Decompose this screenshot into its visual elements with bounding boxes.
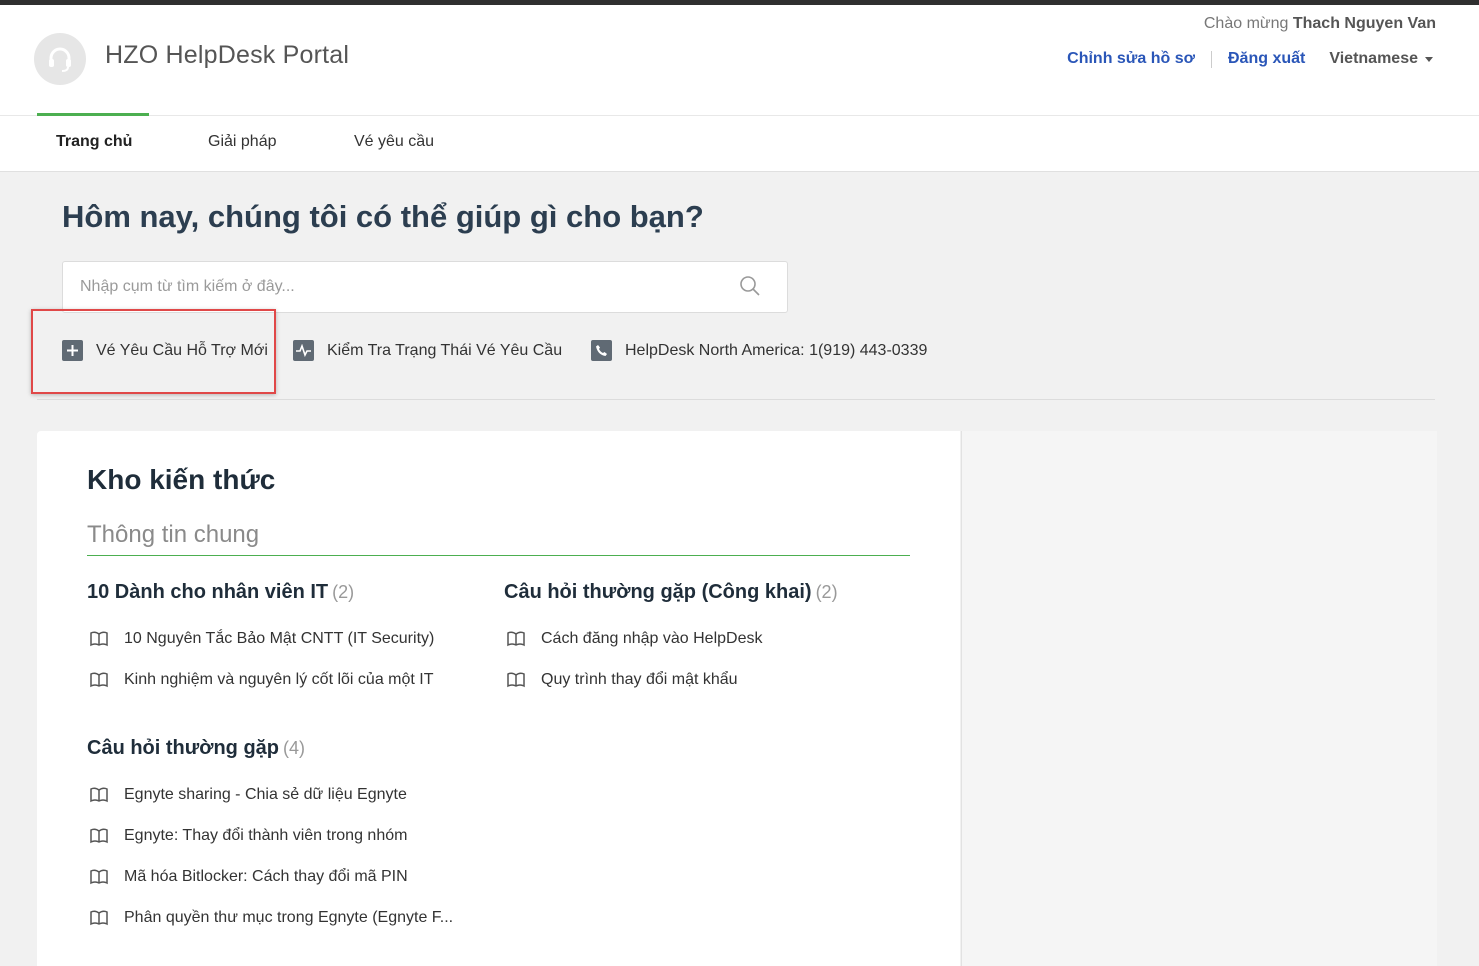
article-link[interactable]: Quy trình thay đổi mật khẩu bbox=[541, 671, 738, 689]
book-open-icon bbox=[507, 671, 525, 687]
list-item[interactable]: Cách đăng nhập vào HelpDesk bbox=[504, 618, 838, 659]
article-link[interactable]: 10 Nguyên Tắc Bảo Mật CNTT (IT Security) bbox=[124, 630, 434, 648]
category-count: (2) bbox=[815, 582, 838, 602]
welcome-user: Thach Nguyen Van bbox=[1292, 15, 1436, 32]
article-link[interactable]: Egnyte: Thay đổi thành viên trong nhóm bbox=[124, 827, 407, 845]
book-open-icon bbox=[90, 868, 108, 884]
category-count: (4) bbox=[283, 738, 306, 758]
new-ticket-label: Vé Yêu Cầu Hỗ Trợ Mới bbox=[96, 341, 268, 359]
knowledge-base-card: Kho kiến thức Thông tin chung 10 Dành ch… bbox=[37, 431, 960, 966]
welcome-text: Chào mừng Thach Nguyen Van bbox=[1204, 15, 1436, 33]
new-ticket-link[interactable]: Vé Yêu Cầu Hỗ Trợ Mới bbox=[62, 340, 268, 361]
category-title[interactable]: 10 Dành cho nhân viên IT (2) bbox=[87, 581, 434, 604]
kb-section-underline bbox=[87, 555, 910, 556]
category-title-text[interactable]: Câu hỏi thường gặp bbox=[87, 737, 279, 759]
phone-square-icon bbox=[591, 340, 612, 361]
sidebar-panel bbox=[961, 431, 1437, 966]
tab-home[interactable]: Trang chủ bbox=[56, 133, 132, 151]
link-separator bbox=[1211, 50, 1212, 68]
tab-solutions[interactable]: Giải pháp bbox=[208, 133, 277, 151]
list-item[interactable]: Egnyte: Thay đổi thành viên trong nhóm bbox=[87, 815, 453, 856]
check-status-link[interactable]: Kiểm Tra Trạng Thái Vé Yêu Cầu bbox=[293, 340, 562, 361]
active-tab-indicator bbox=[37, 113, 149, 116]
language-dropdown[interactable]: Vietnamese bbox=[1329, 50, 1433, 68]
tab-tickets[interactable]: Vé yêu cầu bbox=[354, 133, 434, 151]
book-open-icon bbox=[90, 630, 108, 646]
user-links: Chỉnh sửa hồ sơ Đăng xuất Vietnamese bbox=[1067, 50, 1433, 68]
section-divider bbox=[37, 399, 1435, 400]
search-icon[interactable] bbox=[739, 275, 761, 297]
category-faq: Câu hỏi thường gặp (4) Egnyte sharing - C… bbox=[87, 737, 453, 938]
search-box bbox=[62, 261, 788, 313]
kb-title: Kho kiến thức bbox=[87, 464, 276, 495]
article-link[interactable]: Kinh nghiệm và nguyên lý cốt lõi của một… bbox=[124, 671, 434, 689]
list-item[interactable]: Egnyte sharing - Chia sẻ dữ liệu Egnyte bbox=[87, 774, 453, 815]
category-title[interactable]: Câu hỏi thường gặp (Công khai) (2) bbox=[504, 581, 838, 604]
kb-section-title[interactable]: Thông tin chung bbox=[87, 521, 259, 549]
plus-square-icon bbox=[62, 340, 83, 361]
phone-label: HelpDesk North America: 1(919) 443-0339 bbox=[625, 341, 928, 359]
article-link[interactable]: Egnyte sharing - Chia sẻ dữ liệu Egnyte bbox=[124, 786, 407, 804]
article-link[interactable]: Phân quyền thư mục trong Egnyte (Egnyte … bbox=[124, 909, 453, 927]
portal-name[interactable]: HZO HelpDesk Portal bbox=[105, 41, 349, 70]
headset-icon[interactable] bbox=[34, 33, 86, 85]
category-title[interactable]: Câu hỏi thường gặp (4) bbox=[87, 737, 453, 760]
list-item[interactable]: Kinh nghiệm và nguyên lý cốt lõi của một… bbox=[87, 659, 434, 700]
article-link[interactable]: Cách đăng nhập vào HelpDesk bbox=[541, 630, 762, 648]
book-open-icon bbox=[507, 630, 525, 646]
logout-link[interactable]: Đăng xuất bbox=[1228, 50, 1305, 68]
hero-title: Hôm nay, chúng tôi có thể giúp gì cho bạ… bbox=[62, 199, 704, 234]
list-item[interactable]: Mã hóa Bitlocker: Cách thay đổi mã PIN bbox=[87, 856, 453, 897]
list-item[interactable]: Phân quyền thư mục trong Egnyte (Egnyte … bbox=[87, 897, 453, 938]
list-item[interactable]: Quy trình thay đổi mật khẩu bbox=[504, 659, 838, 700]
book-open-icon bbox=[90, 909, 108, 925]
chevron-down-icon bbox=[1425, 56, 1433, 62]
category-title-text[interactable]: 10 Dành cho nhân viên IT bbox=[87, 581, 328, 603]
category-faq-public: Câu hỏi thường gặp (Công khai) (2) Cách đ… bbox=[504, 581, 838, 700]
article-link[interactable]: Mã hóa Bitlocker: Cách thay đổi mã PIN bbox=[124, 868, 408, 886]
edit-profile-link[interactable]: Chỉnh sửa hồ sơ bbox=[1067, 50, 1195, 68]
category-it-staff: 10 Dành cho nhân viên IT (2) 10 Nguyên Tắ… bbox=[87, 581, 434, 700]
welcome-prefix: Chào mừng bbox=[1203, 15, 1289, 32]
check-status-label: Kiểm Tra Trạng Thái Vé Yêu Cầu bbox=[327, 341, 563, 359]
phone-link[interactable]: HelpDesk North America: 1(919) 443-0339 bbox=[591, 340, 927, 361]
language-label: Vietnamese bbox=[1329, 50, 1418, 67]
category-count: (2) bbox=[332, 582, 355, 602]
activity-square-icon bbox=[293, 340, 314, 361]
book-open-icon bbox=[90, 827, 108, 843]
book-open-icon bbox=[90, 786, 108, 802]
book-open-icon bbox=[90, 671, 108, 687]
main-tabs: Trang chủ Giải pháp Vé yêu cầu bbox=[0, 113, 1479, 172]
list-item[interactable]: 10 Nguyên Tắc Bảo Mật CNTT (IT Security) bbox=[87, 618, 434, 659]
search-input[interactable] bbox=[63, 262, 723, 312]
site-header: HZO HelpDesk Portal Chào mừng Thach Nguy… bbox=[0, 5, 1479, 116]
category-title-text[interactable]: Câu hỏi thường gặp (Công khai) bbox=[504, 581, 812, 603]
